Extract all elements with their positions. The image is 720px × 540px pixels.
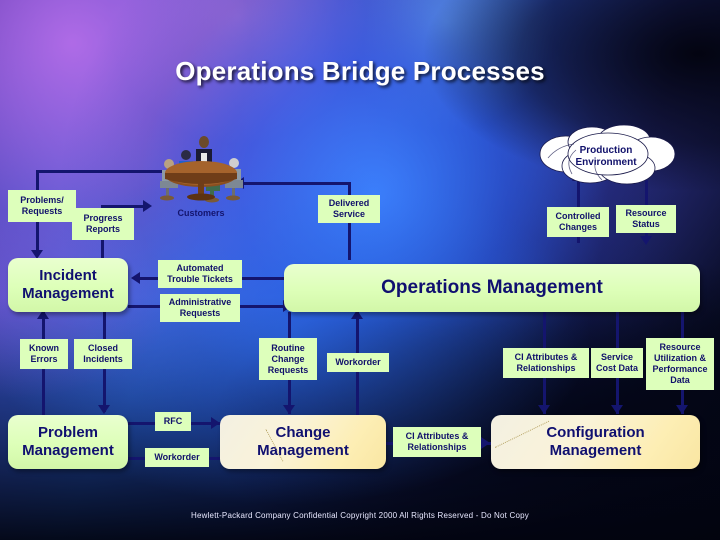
connector-customers-to-problems-horizontal (36, 170, 162, 173)
incident-management-line1: Incident (39, 267, 97, 284)
meeting-table-icon (160, 136, 243, 203)
arrowhead-ci-attributes-to-config (481, 437, 490, 449)
label-progress-reports-line2: Reports (85, 224, 120, 234)
label-delivered-service-line2: Service (332, 209, 366, 219)
arrowhead-resource-utilization-down (676, 405, 688, 414)
label-known-errors-line2: Errors (30, 354, 58, 364)
cloud-label: Production Environment (532, 124, 680, 186)
problem-management-line2: Management (22, 442, 114, 459)
label-problems-requests-line1: Problems/ (20, 195, 64, 205)
label-controlled-changes-line2: Changes (558, 222, 597, 232)
label-routine-change-requests-line1: Routine (271, 342, 305, 353)
label-resource-status-line2: Status (632, 219, 660, 229)
label-workorder-top: Workorder (327, 353, 389, 372)
arrowhead-resource-status-down (640, 236, 652, 245)
label-administrative-requests-line1: Administrative (168, 297, 232, 307)
label-closed-incidents-line1: Closed (87, 343, 118, 353)
label-resource-utilization-line3: Performance (652, 364, 708, 374)
arrowhead-service-cost-data-down (611, 405, 623, 414)
arrowhead-closed-incidents-to-problem (98, 405, 110, 414)
configuration-management-line1: Configuration (546, 424, 645, 441)
label-progress-reports: Progress Reports (72, 208, 134, 240)
label-controlled-changes-line1: Controlled (555, 211, 601, 221)
label-routine-change-requests-line3: Requests (267, 364, 309, 375)
cloud-label-line1: Production (579, 145, 633, 156)
label-administrative-requests-line2: Requests (179, 308, 221, 318)
arrowhead-progress-to-customers (143, 200, 152, 212)
label-ci-attributes-top-line1: CI Attributes & (514, 352, 578, 362)
label-automated-trouble-tickets-line1: Automated (176, 263, 224, 273)
label-automated-trouble-tickets-line2: Trouble Tickets (167, 274, 233, 284)
arrowhead-ci-attributes-down (538, 405, 550, 414)
arrowhead-rfc-to-change (211, 417, 220, 429)
label-resource-status: Resource Status (616, 205, 676, 233)
label-progress-reports-line1: Progress (83, 213, 123, 223)
label-problems-requests: Problems/ Requests (8, 190, 76, 222)
process-box-configuration-management[interactable]: Configuration Management (491, 415, 700, 469)
label-automated-trouble-tickets: Automated Trouble Tickets (158, 260, 242, 288)
label-routine-change-requests: Routine Change Requests (259, 338, 317, 380)
label-known-errors-line1: Known (29, 343, 59, 353)
label-delivered-service: Delivered Service (318, 195, 380, 223)
process-box-incident-management[interactable]: Incident Management (8, 258, 128, 312)
slide-canvas: Operations Bridge Processes Production E… (0, 0, 720, 540)
label-administrative-requests: Administrative Requests (160, 294, 240, 322)
label-ci-attributes-mid-line2: Relationships (407, 442, 467, 452)
label-routine-change-requests-line2: Change (271, 353, 305, 364)
page-title: Operations Bridge Processes (175, 56, 545, 86)
label-resource-utilization-line2: Utilization & (654, 353, 706, 363)
label-resource-utilization-line4: Data (670, 375, 690, 385)
label-ci-attributes-mid-line1: CI Attributes & (405, 431, 469, 441)
label-known-errors: Known Errors (20, 339, 68, 369)
process-box-problem-management[interactable]: Problem Management (8, 415, 128, 469)
label-service-cost-data-line2: Cost Data (595, 363, 638, 373)
label-controlled-changes: Controlled Changes (547, 207, 609, 237)
label-ci-attributes-top: CI Attributes & Relationships (503, 348, 589, 378)
label-service-cost-data: Service Cost Data (591, 348, 643, 378)
operations-management-label: Operations Management (381, 277, 603, 298)
label-closed-incidents-line2: Incidents (83, 354, 123, 364)
customers-clipart: Customers (155, 133, 247, 218)
label-closed-incidents: Closed Incidents (74, 339, 132, 369)
label-service-cost-data-line1: Service (600, 352, 633, 362)
footer-copyright: Hewlett-Packard Company Confidential Cop… (190, 511, 530, 520)
process-box-change-management[interactable]: Change Management (220, 415, 386, 469)
label-resource-status-line1: Resource (625, 208, 667, 218)
cloud-label-line2: Environment (575, 157, 637, 168)
customers-caption: Customers (177, 208, 225, 218)
process-box-operations-management[interactable]: Operations Management (284, 264, 700, 312)
arrowhead-routine-change-to-change-mgmt (283, 405, 295, 414)
label-rfc: RFC (155, 412, 191, 431)
configuration-management-dotted-line (494, 420, 550, 448)
production-environment-cloud: Production Environment (532, 124, 680, 186)
connector-delivered-service-horizontal (243, 182, 351, 185)
problem-management-line1: Problem (37, 424, 98, 441)
label-resource-utilization-line1: Resource (659, 342, 701, 352)
label-delivered-service-line1: Delivered (328, 198, 370, 208)
label-ci-attributes-top-line2: Relationships (516, 363, 576, 373)
label-workorder-bottom: Workorder (145, 448, 209, 467)
incident-management-line2: Management (22, 285, 114, 302)
label-problems-requests-line2: Requests (21, 206, 63, 216)
configuration-management-line2: Management (549, 442, 642, 459)
label-resource-utilization: Resource Utilization & Performance Data (646, 338, 714, 390)
label-ci-attributes-mid: CI Attributes & Relationships (393, 427, 481, 457)
change-management-line2: Management (257, 442, 349, 459)
arrowhead-trouble-tickets-to-incident (131, 272, 140, 284)
